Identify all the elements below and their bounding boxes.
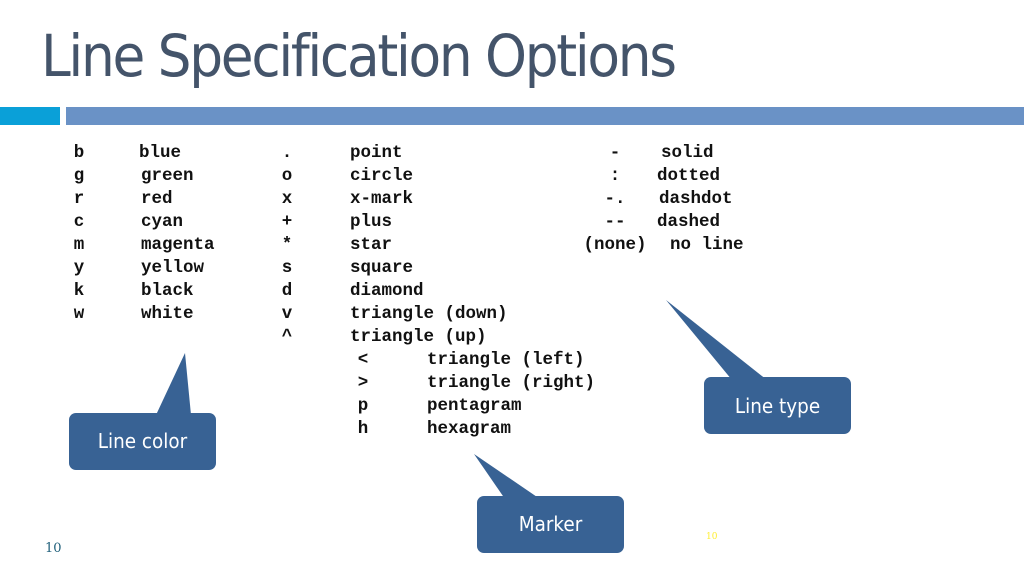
marker-name: x-mark xyxy=(350,189,414,209)
marker-code: h xyxy=(357,419,369,439)
color-code: g xyxy=(73,166,85,186)
marker-names-extra: triangle (left) triangle (right) pentagr… xyxy=(427,349,595,441)
color-name: magenta xyxy=(141,235,215,255)
color-code: r xyxy=(73,189,85,209)
marker-name: hexagram xyxy=(427,419,512,439)
color-code: m xyxy=(73,235,85,255)
marker-codes-extra: < > p h xyxy=(352,349,374,441)
color-code: y xyxy=(73,258,85,278)
marker-name: plus xyxy=(350,212,393,232)
line-type-callout-label: Line type xyxy=(734,394,821,418)
marker-name: triangle (down) xyxy=(350,304,508,324)
title-accent-bar xyxy=(0,107,60,125)
marker-name: circle xyxy=(350,166,414,186)
marker-name: diamond xyxy=(350,281,424,301)
color-name: white xyxy=(141,304,194,324)
line-type-name: dashed xyxy=(657,212,721,232)
marker-name: square xyxy=(350,258,414,278)
color-code: c xyxy=(73,212,85,232)
color-name: red xyxy=(141,189,173,209)
line-type-code: : xyxy=(609,166,621,186)
page-number-secondary: 10 xyxy=(706,532,718,542)
marker-name: pentagram xyxy=(427,396,522,416)
line-color-callout-label: Line color xyxy=(97,429,188,453)
marker-name: triangle (up) xyxy=(350,327,487,347)
line-color-codes: b g r c m y k w xyxy=(68,142,90,326)
line-type-code: (none) xyxy=(583,235,647,255)
marker-code: + xyxy=(281,212,293,232)
line-type-code: -- xyxy=(604,212,626,232)
line-type-name: solid xyxy=(661,143,714,163)
color-code: w xyxy=(73,304,85,324)
marker-code: ^ xyxy=(281,327,293,347)
color-name: yellow xyxy=(141,258,205,278)
line-type-name: dashdot xyxy=(659,189,733,209)
marker-name: triangle (left) xyxy=(427,350,585,370)
marker-code: * xyxy=(281,235,293,255)
marker-code: x xyxy=(281,189,293,209)
marker-name: triangle (right) xyxy=(427,373,596,393)
marker-codes: . o x + * s d v ^ xyxy=(276,142,298,349)
page-number: 10 xyxy=(45,541,62,556)
marker-code: . xyxy=(281,143,293,163)
title-underline-bar xyxy=(66,107,1024,125)
marker-code: > xyxy=(357,373,369,393)
marker-callout-shape xyxy=(474,454,624,553)
marker-code: p xyxy=(357,396,369,416)
line-type-code: - xyxy=(609,143,621,163)
marker-name: point xyxy=(350,143,403,163)
line-type-code: -. xyxy=(604,189,626,209)
line-color-names: blue green red cyan magenta yellow black… xyxy=(139,142,215,326)
color-code: k xyxy=(73,281,85,301)
line-type-name: dotted xyxy=(657,166,721,186)
marker-code: d xyxy=(281,281,293,301)
marker-code: o xyxy=(281,166,293,186)
marker-code: v xyxy=(281,304,293,324)
color-code: b xyxy=(73,143,85,163)
marker-code: s xyxy=(281,258,293,278)
color-name: cyan xyxy=(141,212,184,232)
line-type-name: no line xyxy=(670,235,744,255)
line-type-names: solid dotted dashdot dashed no line xyxy=(657,142,744,257)
color-name: blue xyxy=(139,143,182,163)
marker-callout-label: Marker xyxy=(518,512,583,536)
slide-title: Line Specification Options xyxy=(41,22,677,90)
color-name: green xyxy=(141,166,194,186)
slide: Line Specification Options b g r c m y k… xyxy=(0,0,1024,576)
marker-name: star xyxy=(350,235,393,255)
marker-code: < xyxy=(357,350,369,370)
marker-names: point circle x-mark plus star square dia… xyxy=(350,142,508,349)
line-type-codes: - : -. -- (none) xyxy=(578,142,652,257)
color-name: black xyxy=(141,281,194,301)
